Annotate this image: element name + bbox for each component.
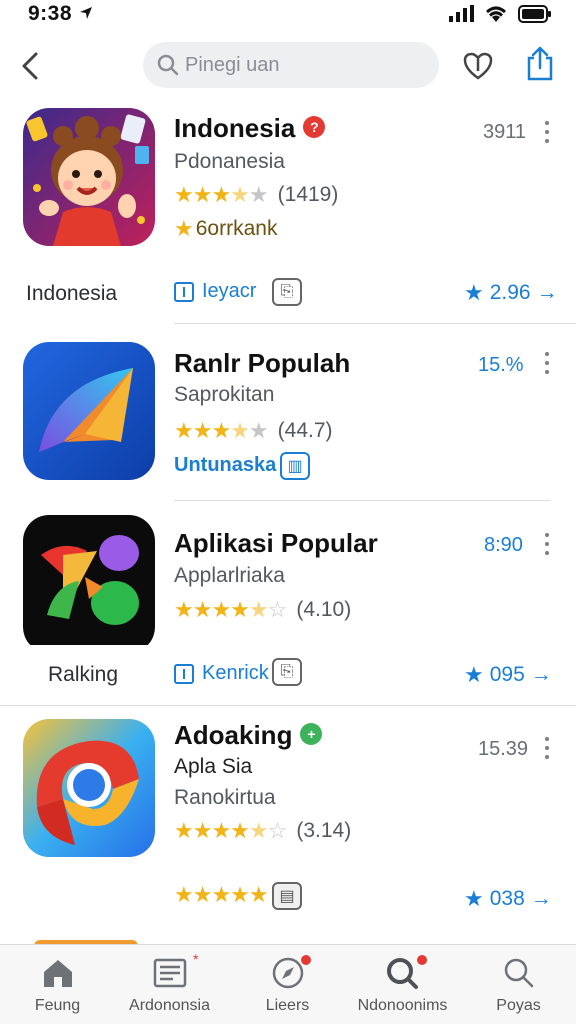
app-subtitle: Apla Sia [174,755,253,778]
status-bar: 9:38 [0,0,576,30]
search-field[interactable]: Pinegi uan [143,42,439,88]
info-box-icon [174,281,194,302]
divider [0,705,576,706]
category-link[interactable]: Untunaska [174,454,276,477]
star-rating: ★★★★★ [174,182,269,207]
more-options-button[interactable] [542,737,552,759]
star-rating: ★★★★★☆ [174,818,287,843]
notification-dot [416,955,427,965]
app-subtitle: Pdonanesia [174,150,285,173]
star-icon: ★ [464,662,484,687]
tab-news[interactable]: * Ardononsia [112,945,227,1024]
favorite-button[interactable] [458,48,498,84]
tab-label: Ardononsia [129,997,210,1014]
notification-dot [300,955,311,965]
tab-label: Feung [34,997,81,1014]
notification-star-icon: * [193,951,199,967]
search-icon [504,958,533,988]
news-icon [153,958,186,988]
app-subtitle: Saprokitan [174,383,275,406]
rating-link[interactable]: ★ 2.96 → [464,280,558,306]
search-badge-icon [386,958,418,989]
navigation-bar: Pinegi uan [0,36,576,96]
tab-search[interactable]: Poyas [461,945,576,1024]
location-arrow-icon [80,7,93,19]
section-label: Indonesia [26,282,118,305]
chart-icon[interactable]: ▤ [272,882,302,910]
edit-icon[interactable]: ⎘ [272,278,302,306]
tab-bar: Feung * Ardononsia Lieers Ndonoonims Poy… [0,944,576,1024]
app-value: 8:90 [484,534,523,556]
rating-row: ★★★★★ (44.7) [174,418,333,444]
app-title: Adoaking + [174,720,323,751]
share-icon [527,46,553,81]
app-subtitle-secondary: Ranokirtua [174,786,276,809]
back-button[interactable] [14,48,46,84]
chart-icon[interactable]: ▥ [280,452,310,480]
rating-row: ★★★★★☆ (4.10) [174,597,351,623]
app-icon-paper-plane[interactable] [23,342,155,480]
red-badge-icon: ? [303,116,326,139]
app-title: Ranlr Populah [174,348,351,378]
home-icon [43,960,72,987]
star-icon: ★ [464,886,484,911]
more-options-button[interactable] [542,533,552,555]
edit-icon[interactable]: ⎘ [272,658,302,686]
rating-count: (3.14) [296,819,352,842]
star-icon: ★ [174,216,194,241]
search-placeholder: Pinegi uan [185,53,280,76]
app-icon-chrome-swirl[interactable] [23,719,155,857]
star-icon: ★ [464,280,484,305]
rank-row: ★ 6orrkank [174,216,277,242]
app-title: Aplikasi Popular [174,528,378,558]
tab-label: Ndonoonims [357,997,448,1014]
magnifier-icon [157,54,179,76]
app-subtitle: Applarlriaka [174,564,285,587]
tab-label: Poyas [496,997,541,1014]
category-chip[interactable]: Kenrick [174,662,269,685]
star-rating: ★★★★★ [174,418,269,443]
more-options-button[interactable] [542,352,552,374]
divider [174,323,576,324]
rating-stars-row: ★★★★★ [174,882,269,908]
tab-explore[interactable]: Lieers [230,945,345,1024]
app-icon-cartoon-girl[interactable] [23,108,155,246]
signal-icon [449,5,474,22]
compass-icon [272,957,303,989]
share-button[interactable] [520,44,560,84]
battery-icon [518,5,551,23]
arrow-right-icon: → [530,663,552,686]
rating-count: (4.10) [296,598,352,621]
rating-link[interactable]: ★ 095 → [464,662,552,688]
app-icon-colorful-x[interactable] [23,515,155,653]
rating-link[interactable]: ★ 038 → [464,886,552,912]
app-value: 3911 [483,121,527,143]
rating-row: ★★★★★☆ (3.14) [174,818,351,844]
tab-home[interactable]: Feung [0,945,115,1024]
app-value: 15.39 [478,738,529,760]
rating-count: (44.7) [277,419,333,442]
more-options-button[interactable] [542,121,552,143]
section-label: Ralking [48,663,119,686]
rating-count: (1419) [277,183,339,206]
green-badge-icon: + [300,723,323,746]
rank-text: 6orrkank [195,217,278,240]
app-title: Indonesia? [174,113,326,144]
star-rating: ★★★★★ [174,882,269,907]
app-value: 15.% [478,354,524,376]
arrow-right-icon: → [530,887,552,910]
category-chip[interactable]: Ieyacr [174,280,256,303]
arrow-right-icon: → [536,281,558,304]
chevron-left-icon [22,52,38,80]
tab-updates[interactable]: Ndonoonims [345,945,460,1024]
status-time: 9:38 [28,2,94,26]
rating-row: ★★★★★ (1419) [174,182,338,208]
info-box-icon [174,663,194,684]
divider [174,500,550,501]
heart-icon [463,52,493,80]
star-rating: ★★★★★☆ [174,597,287,622]
wifi-icon [486,6,506,22]
tab-label: Lieers [265,997,310,1014]
